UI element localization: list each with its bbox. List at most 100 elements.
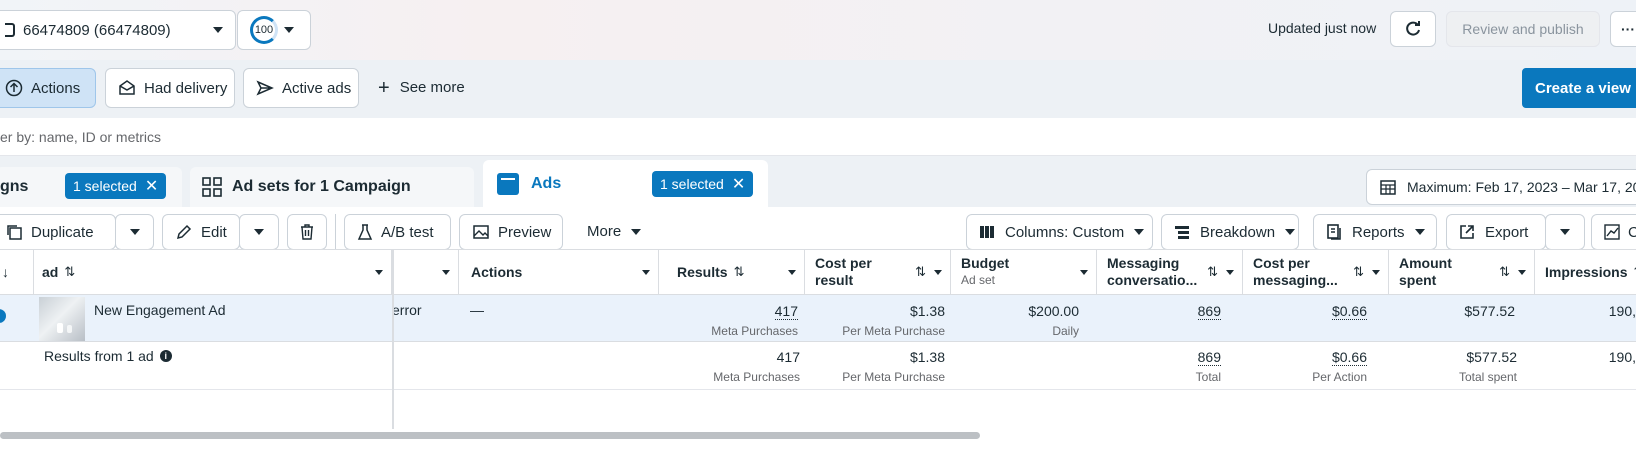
more-dots-icon: ··· xyxy=(1621,21,1635,37)
date-range-picker[interactable]: Maximum: Feb 17, 2023 – Mar 17, 202 xyxy=(1366,169,1636,205)
column-header-results[interactable]: Results ⇅ xyxy=(659,250,805,295)
total-amount-spent-value: $577.52 xyxy=(1466,349,1517,365)
total-messaging-sublabel: Total xyxy=(1195,370,1221,384)
account-selector[interactable]: 66474809 (66474809) xyxy=(0,10,236,50)
chevron-down-icon xyxy=(1414,229,1425,235)
cost-per-messaging-cell: $0.66 xyxy=(1243,302,1367,320)
export-icon xyxy=(1459,224,1475,240)
opportunity-score-button[interactable]: 100 xyxy=(237,10,311,50)
chevron-down-icon xyxy=(1560,229,1570,235)
chevron-down-icon xyxy=(642,269,650,275)
edit-dropdown[interactable] xyxy=(239,214,279,250)
tab-ad-sets[interactable]: Ad sets for 1 Campaign xyxy=(190,167,474,207)
tab-campaigns[interactable]: gns 1 selected ✕ xyxy=(0,167,182,207)
chip-label: Active ads xyxy=(282,79,352,97)
total-cost-per-result-value: $1.38 xyxy=(909,349,945,365)
preview-button[interactable]: Preview xyxy=(459,214,563,250)
messaging-value[interactable]: 869 xyxy=(1197,303,1221,320)
delete-button[interactable] xyxy=(287,214,327,250)
review-publish-button[interactable]: Review and publish xyxy=(1446,11,1600,47)
chip-actions[interactable]: Actions xyxy=(0,68,96,108)
column-header-budget[interactable]: Budget Ad set xyxy=(951,250,1097,295)
amount-spent-cell: $577.52 xyxy=(1389,302,1515,320)
chevron-down-icon xyxy=(1372,269,1380,275)
columns-label: Columns: Custom xyxy=(1005,223,1125,241)
ad-name-link[interactable]: New Engagement Ad xyxy=(94,302,226,318)
column-header-actions[interactable]: Actions xyxy=(459,250,659,295)
total-impressions-cell: 190, xyxy=(1535,348,1636,366)
edit-button[interactable]: Edit xyxy=(162,214,240,250)
reports-label: Reports xyxy=(1352,223,1405,241)
column-header-ad[interactable]: ad ⇅ xyxy=(34,250,392,295)
sort-icon: ⇅ xyxy=(1499,264,1510,279)
total-results-sublabel: Meta Purchases xyxy=(713,370,800,384)
total-cost-per-messaging-sublabel: Per Action xyxy=(1312,370,1367,384)
total-cost-per-messaging-value[interactable]: $0.66 xyxy=(1331,349,1367,366)
column-header-label: Actions xyxy=(471,264,523,280)
flask-icon xyxy=(357,223,373,241)
ads-selected-badge[interactable]: 1 selected ✕ xyxy=(652,171,754,197)
column-header-label: Results xyxy=(677,264,728,280)
total-messaging-value[interactable]: 869 xyxy=(1197,349,1221,366)
row-checkbox[interactable] xyxy=(0,309,6,323)
charts-button[interactable]: C xyxy=(1591,214,1636,250)
more-button[interactable]: More xyxy=(587,223,642,240)
column-header-cost-per-result[interactable]: Cost per result ⇅ xyxy=(805,250,951,295)
close-icon[interactable]: ✕ xyxy=(145,176,158,196)
columns-button[interactable]: Columns: Custom xyxy=(966,214,1153,250)
delivery-status: error xyxy=(392,302,422,318)
cost-per-result-cell: $1.38 Per Meta Purchase xyxy=(805,302,945,340)
results-value[interactable]: 417 xyxy=(774,303,798,320)
export-label: Export xyxy=(1485,223,1529,241)
chevron-down-icon xyxy=(213,27,223,33)
tab-ads[interactable]: Ads 1 selected ✕ xyxy=(483,160,768,207)
chip-had-delivery[interactable]: Had delivery xyxy=(105,68,235,108)
reports-button[interactable]: Reports xyxy=(1313,214,1437,250)
opportunity-score-ring: 100 xyxy=(250,16,278,44)
sort-icon: ⇅ xyxy=(1207,264,1218,279)
pencil-icon xyxy=(175,223,193,241)
see-more-button[interactable]: + See more xyxy=(378,78,465,98)
chevron-down-icon xyxy=(284,27,294,33)
budget-cell: $200.00 Daily xyxy=(951,302,1079,340)
column-header-cost-per-messaging[interactable]: Cost per messaging... ⇅ xyxy=(1243,250,1389,295)
tab-ads-label: Ads xyxy=(531,174,562,192)
sort-icon: ⇅ xyxy=(1353,264,1364,279)
cost-per-messaging-value[interactable]: $0.66 xyxy=(1331,303,1367,320)
close-icon[interactable]: ✕ xyxy=(732,174,745,194)
more-options-button[interactable]: ··· xyxy=(1610,11,1636,47)
ab-test-button[interactable]: A/B test xyxy=(344,214,451,250)
breakdown-button[interactable]: Breakdown xyxy=(1161,214,1299,250)
create-view-button[interactable]: Create a view xyxy=(1522,68,1636,108)
column-header-delivery[interactable] xyxy=(392,250,459,295)
duplicate-dropdown[interactable] xyxy=(115,214,154,250)
campaigns-selected-badge[interactable]: 1 selected ✕ xyxy=(65,173,167,199)
duplicate-button[interactable]: Duplicate xyxy=(0,214,116,250)
total-cost-per-messaging-cell: $0.66 Per Action xyxy=(1243,348,1367,386)
info-icon[interactable]: i xyxy=(159,350,172,362)
search-input[interactable]: er by: name, ID or metrics xyxy=(0,129,161,145)
sort-icon: ⇅ xyxy=(915,264,926,279)
columns-icon xyxy=(979,224,995,240)
column-header-impressions[interactable]: Impressions ⇅ xyxy=(1535,250,1636,295)
preview-label: Preview xyxy=(498,223,552,241)
column-header-amount-spent[interactable]: Amount spent ⇅ xyxy=(1389,250,1535,295)
budget-value[interactable]: $200.00 xyxy=(1028,303,1079,319)
table-row[interactable]: New Engagement Ad error — 417 Meta Purch… xyxy=(0,295,1636,342)
export-button[interactable]: Export xyxy=(1446,214,1546,250)
refresh-button[interactable] xyxy=(1390,11,1436,47)
column-header-label: Amount xyxy=(1399,255,1452,271)
column-header-messaging[interactable]: Messaging conversatio... ⇅ xyxy=(1097,250,1243,295)
export-dropdown[interactable] xyxy=(1545,214,1585,250)
chip-active-ads[interactable]: Active ads xyxy=(243,68,359,108)
duplicate-icon xyxy=(5,223,23,241)
see-more-label: See more xyxy=(399,79,465,96)
sort-icon: ↓ xyxy=(2,264,9,280)
horizontal-scrollbar[interactable] xyxy=(0,432,980,439)
column-header-sublabel: Ad set xyxy=(961,273,996,287)
total-results-cell: 417 Meta Purchases xyxy=(659,348,800,386)
search-filter-bar[interactable]: er by: name, ID or metrics xyxy=(0,118,1636,156)
column-header-checkbox[interactable]: ↓ xyxy=(0,250,34,295)
chevron-down-icon xyxy=(631,228,642,235)
results-sublabel: Meta Purchases xyxy=(711,324,798,338)
